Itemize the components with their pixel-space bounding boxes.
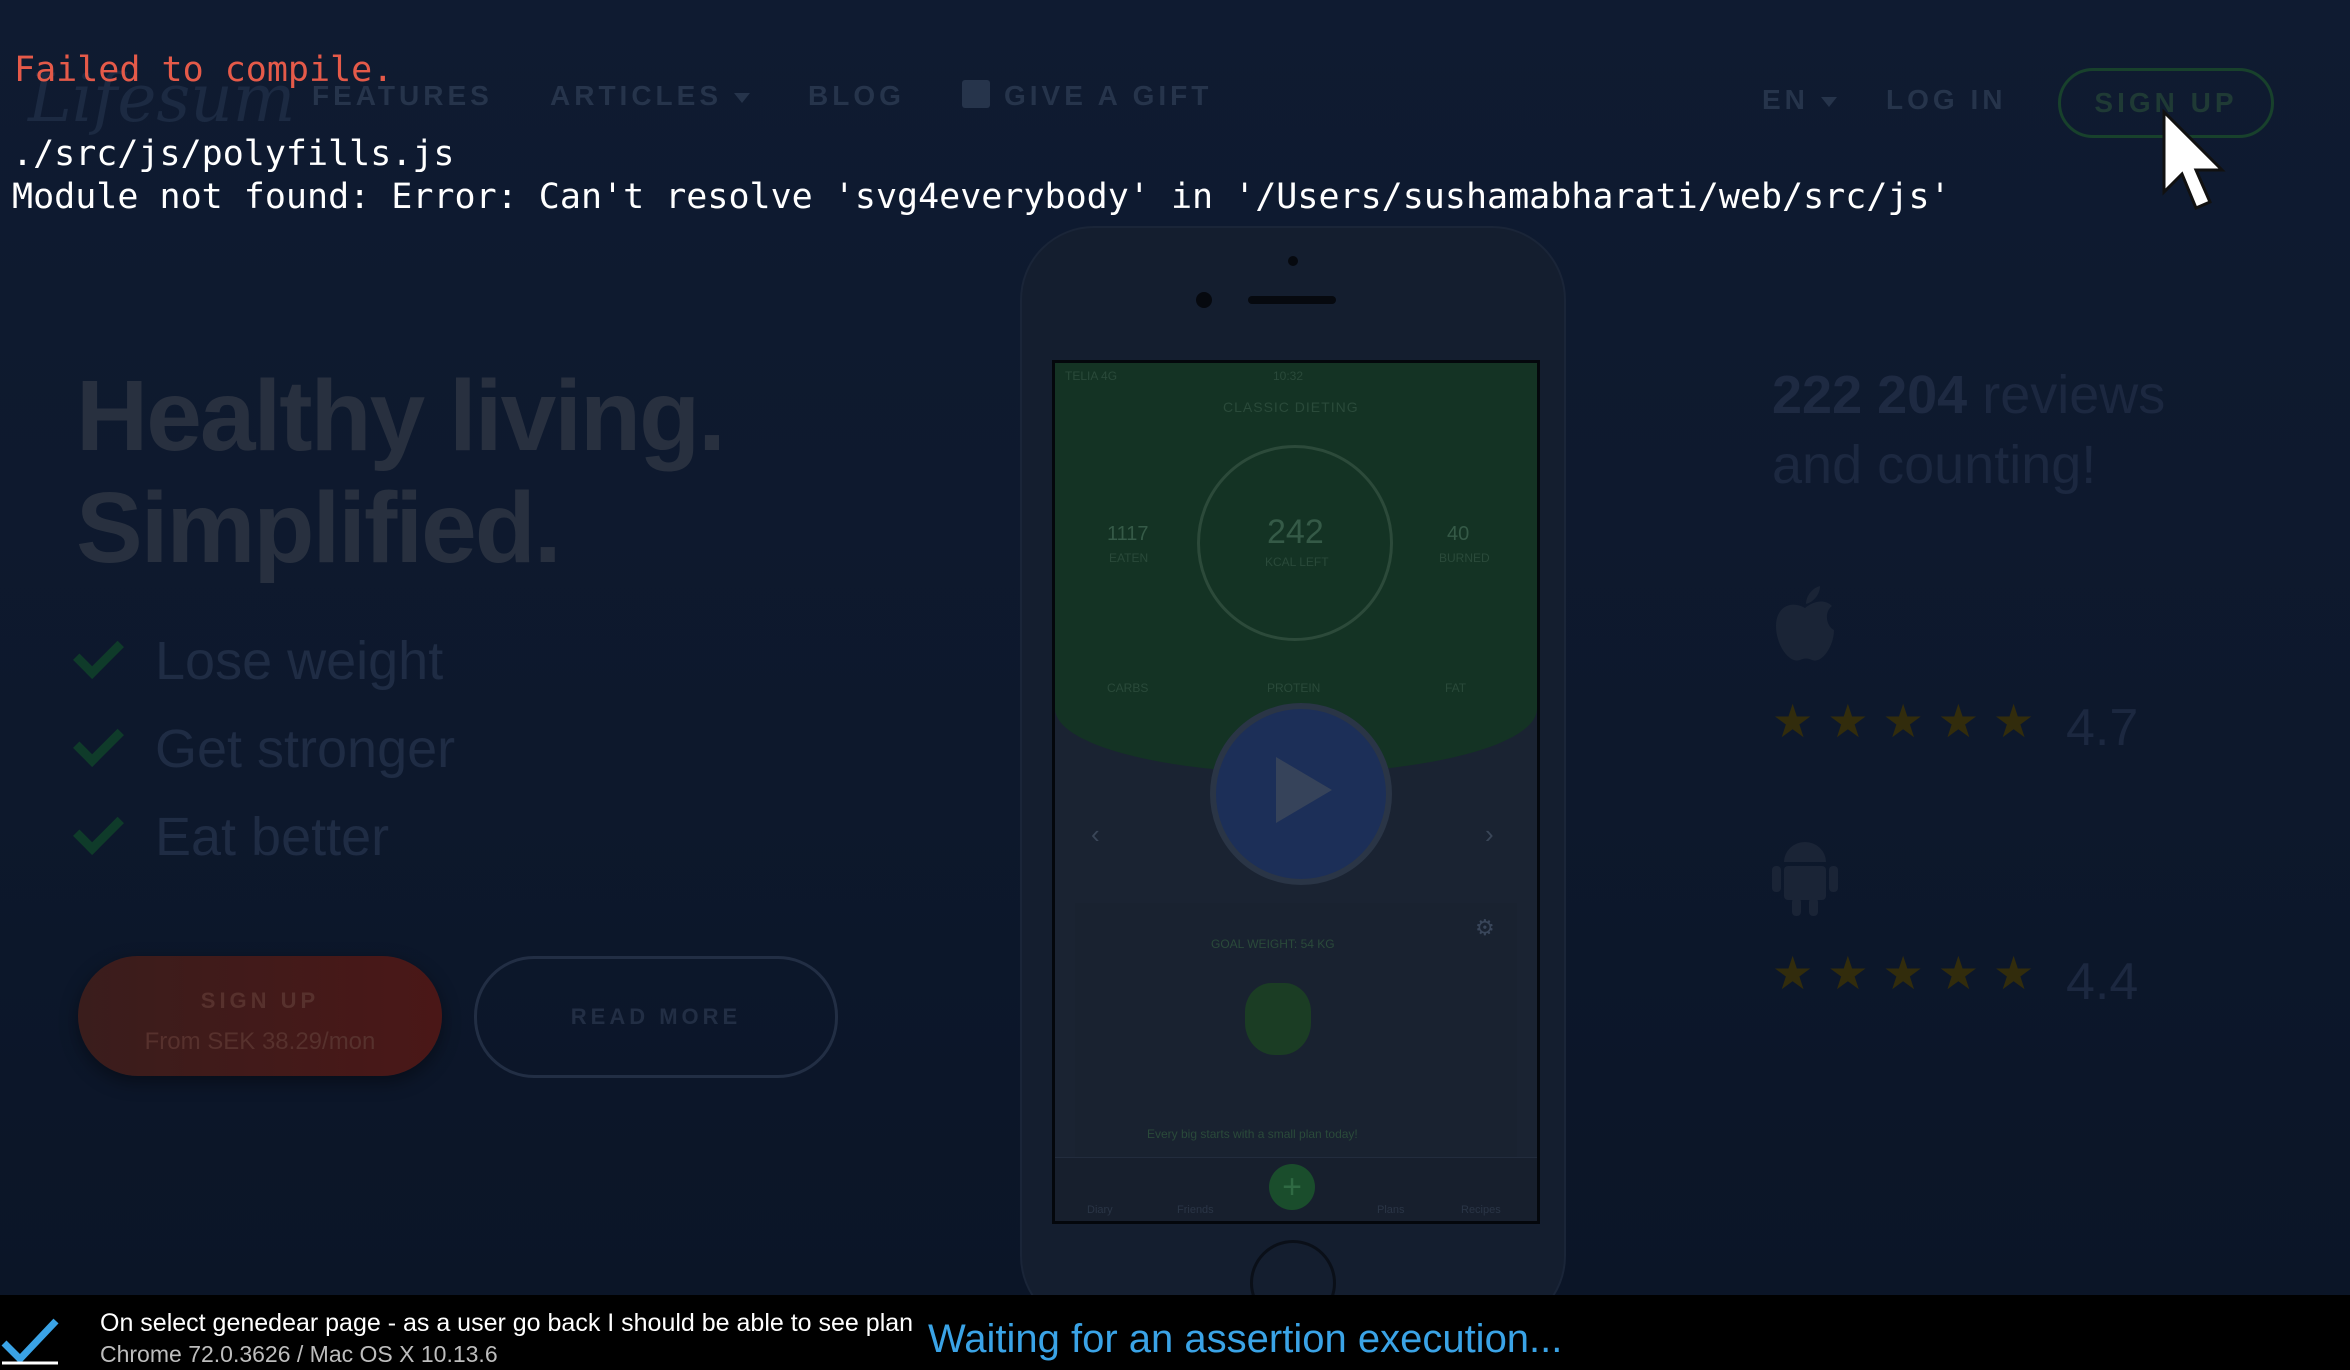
read-more-button[interactable]: READ MORE [474,956,838,1078]
feature-label: Get stronger [155,719,456,779]
play-icon [1276,757,1332,823]
feature-label: Lose weight [155,631,444,691]
reviews-suffix: reviews [1982,365,2166,425]
reviews-count: 222 204 [1772,365,1968,425]
reviews-headline: 222 204 reviews and counting! [1772,360,2252,500]
feature-item: Eat better [73,804,390,868]
reviews-line-2: and counting! [1772,435,2097,495]
tab-recipes[interactable]: Recipes [1461,1204,1501,1216]
nav-give-a-gift-label: GIVE A GIFT [1004,80,1213,111]
compile-error-file: ./src/js/polyfills.js [12,134,455,174]
eaten-value: 1117 [1107,523,1149,545]
android-rating-value: 4.4 [2066,953,2139,1011]
checkmark-icon [73,804,124,855]
chevron-right-icon[interactable]: › [1485,819,1494,850]
burned-label: BURNED [1439,551,1490,565]
checkmark-icon [73,628,124,679]
ios-rating-value: 4.7 [2066,699,2139,757]
gift-icon [962,80,990,108]
nav-blog[interactable]: BLOG [808,80,905,112]
caret-down-icon [734,92,750,103]
protein-label: PROTEIN [1267,681,1321,695]
tab-friends[interactable]: Friends [1177,1204,1214,1216]
android-icon [1772,842,1838,916]
apple-icon [1776,586,1834,661]
compile-error-message: Module not found: Error: Can't resolve '… [12,177,1951,217]
hero-headline: Healthy living. Simplified. [76,360,726,584]
phone-camera [1196,292,1212,308]
test-title: On select genedear page - as a user go b… [100,1309,914,1337]
clock: 10:32 [1273,369,1304,383]
carbs-label: CARBS [1107,681,1149,695]
fat-label: FAT [1445,681,1467,695]
waiting-status: Waiting for an assertion execution... [928,1317,1563,1361]
phone-speaker [1248,296,1336,304]
plus-icon[interactable]: + [1269,1164,1315,1210]
checkmark-icon [73,716,124,767]
nav-give-a-gift[interactable]: GIVE A GIFT [962,80,1212,112]
gear-icon[interactable]: ⚙ [1475,915,1495,941]
hero-line-2: Simplified. [76,472,562,584]
tab-plans[interactable]: Plans [1377,1204,1405,1216]
login-link[interactable]: LOG IN [1886,84,2006,116]
app-tab-bar: Diary Friends + Plans Recipes [1055,1157,1537,1221]
carrier: TELIA 4G [1065,369,1118,383]
tab-diary[interactable]: Diary [1087,1204,1113,1216]
phone-mockup: TELIA 4G 10:32 CLASSIC DIETING 1117 EATE… [1020,226,1566,1330]
chevron-left-icon[interactable]: ‹ [1091,819,1100,850]
nav-articles[interactable]: ARTICLES [550,80,750,112]
android-star-rating: ★★★★★ [1772,947,2049,999]
play-button[interactable] [1210,703,1392,885]
caret-down-icon [1820,96,1837,107]
cursor-icon [2162,108,2226,210]
kcal-value: 242 [1267,513,1324,551]
phone-screen: TELIA 4G 10:32 CLASSIC DIETING 1117 EATE… [1052,360,1540,1224]
compile-error-title: Failed to compile. [14,50,394,90]
language-label: EN [1762,84,1809,115]
burned-value: 40 [1447,523,1470,545]
ios-star-rating: ★★★★★ [1772,695,2049,747]
eaten-label: EATEN [1109,551,1149,565]
feature-label: Eat better [155,807,390,867]
signup-button-hero[interactable]: SIGN UP From SEK 38.29/mon [78,956,442,1076]
checkmark-icon [1,1318,59,1365]
app-header-title: CLASSIC DIETING [1223,399,1359,415]
goal-caption: Every big starts with a small plan today… [1147,1127,1358,1141]
feature-item: Lose weight [73,628,444,692]
hero-line-1: Healthy living. [76,360,726,472]
nav-articles-label: ARTICLES [550,80,722,111]
browser-info: Chrome 72.0.3626 / Mac OS X 10.13.6 [100,1341,498,1367]
test-runner-bar: On select genedear page - as a user go b… [0,1295,2350,1370]
signup-price: From SEK 38.29/mon [144,1028,376,1055]
signup-label: SIGN UP [200,988,320,1013]
apple-mascot [1245,983,1311,1055]
goal-weight: GOAL WEIGHT: 54 KG [1211,937,1335,951]
kcal-label: KCAL LEFT [1265,555,1329,569]
feature-item: Get stronger [73,716,456,780]
language-selector[interactable]: EN [1762,84,1837,116]
phone-sensor [1288,256,1298,266]
